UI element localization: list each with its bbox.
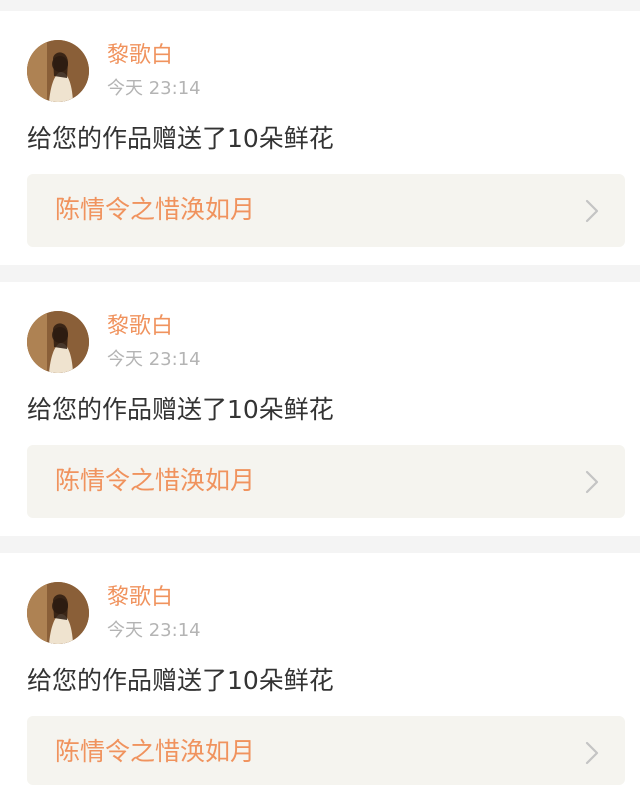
notification-card: 黎歌白 今天 23:14 给您的作品赠送了10朵鲜花 陈情令之惜涣如月 bbox=[0, 282, 640, 536]
gift-message: 给您的作品赠送了10朵鲜花 bbox=[27, 666, 334, 695]
work-link[interactable]: 陈情令之惜涣如月 bbox=[27, 174, 625, 247]
work-title: 陈情令之惜涣如月 bbox=[55, 737, 256, 766]
notification-card: 黎歌白 今天 23:14 给您的作品赠送了10朵鲜花 陈情令之惜涣如月 bbox=[0, 11, 640, 265]
notification-card: 黎歌白 今天 23:14 给您的作品赠送了10朵鲜花 陈情令之惜涣如月 bbox=[0, 553, 640, 785]
username[interactable]: 黎歌白 bbox=[107, 583, 173, 613]
notification-feed: 黎歌白 今天 23:14 给您的作品赠送了10朵鲜花 陈情令之惜涣如月 黎歌白 … bbox=[0, 0, 640, 785]
gift-message: 给您的作品赠送了10朵鲜花 bbox=[27, 395, 334, 424]
avatar-photo-icon bbox=[27, 311, 89, 373]
chevron-right-icon bbox=[585, 199, 599, 223]
avatar-photo-icon bbox=[27, 40, 89, 102]
chevron-right-icon bbox=[585, 741, 599, 765]
username[interactable]: 黎歌白 bbox=[107, 312, 173, 342]
work-link[interactable]: 陈情令之惜涣如月 bbox=[27, 445, 625, 518]
username[interactable]: 黎歌白 bbox=[107, 41, 173, 71]
avatar-photo-icon bbox=[27, 582, 89, 644]
timestamp: 今天 23:14 bbox=[107, 78, 201, 99]
avatar[interactable] bbox=[27, 582, 89, 644]
timestamp: 今天 23:14 bbox=[107, 620, 201, 641]
gift-message: 给您的作品赠送了10朵鲜花 bbox=[27, 124, 334, 153]
work-title: 陈情令之惜涣如月 bbox=[55, 466, 256, 495]
avatar[interactable] bbox=[27, 40, 89, 102]
avatar[interactable] bbox=[27, 311, 89, 373]
work-title: 陈情令之惜涣如月 bbox=[55, 195, 256, 224]
work-link[interactable]: 陈情令之惜涣如月 bbox=[27, 716, 625, 785]
chevron-right-icon bbox=[585, 470, 599, 494]
timestamp: 今天 23:14 bbox=[107, 349, 201, 370]
